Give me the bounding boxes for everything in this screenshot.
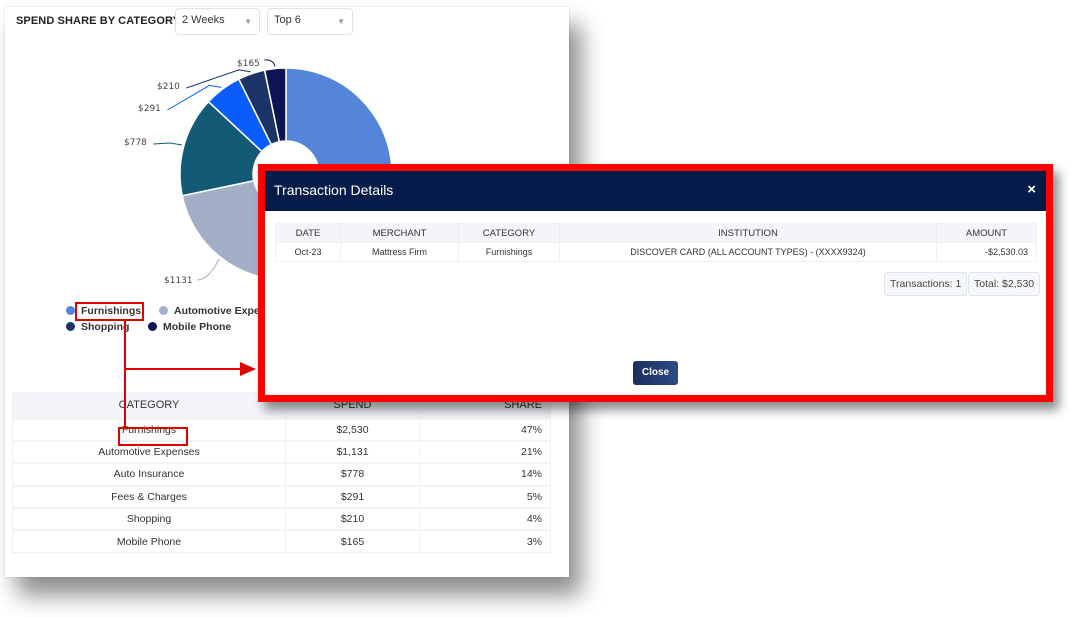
- col-header-category[interactable]: CATEGORY: [458, 223, 560, 243]
- annotation-highlight-legend: [75, 302, 144, 321]
- table-row[interactable]: Automotive Expenses $1,131 21%: [12, 439, 551, 464]
- table-row[interactable]: Oct-23 Mattress Firm Furnishings DISCOVE…: [275, 242, 1037, 262]
- legend-item-shopping[interactable]: Shopping: [66, 321, 129, 333]
- col-header-merchant[interactable]: MERCHANT: [340, 223, 459, 243]
- share-cell: 4%: [419, 507, 551, 531]
- merchant-cell: Mattress Firm: [340, 242, 459, 262]
- legend-dot: [66, 306, 75, 315]
- transactions-count-badge: Transactions: 1: [884, 272, 968, 296]
- table-row[interactable]: Auto Insurance $778 14%: [12, 462, 551, 486]
- share-cell: 5%: [419, 484, 551, 509]
- legend-dot: [148, 322, 157, 331]
- category-cell[interactable]: Shopping: [12, 507, 286, 531]
- pie-data-label: $165: [237, 59, 260, 69]
- share-cell: 14%: [419, 462, 551, 486]
- pie-data-label: $291: [138, 104, 161, 114]
- col-header-amount[interactable]: AMOUNT: [936, 223, 1037, 243]
- modal-header: Transaction Details ×: [265, 171, 1046, 211]
- spend-cell: $291: [285, 484, 420, 509]
- transactions-table: DATE MERCHANT CATEGORY INSTITUTION AMOUN…: [275, 223, 1037, 262]
- pie-data-label: $778: [124, 138, 147, 148]
- pie-data-label: $210: [157, 82, 180, 92]
- category-cell[interactable]: Fees & Charges: [12, 484, 286, 509]
- share-cell: 3%: [419, 529, 551, 553]
- table-header-row: DATE MERCHANT CATEGORY INSTITUTION AMOUN…: [275, 223, 1037, 243]
- modal-title: Transaction Details: [274, 182, 394, 198]
- legend-item-mobile-phone[interactable]: Mobile Phone: [148, 321, 231, 333]
- table-row[interactable]: Shopping $210 4%: [12, 507, 551, 531]
- spend-cell: $1,131: [285, 439, 420, 464]
- annotation-arrow-head-icon: [240, 362, 256, 376]
- annotation-connector-line: [124, 321, 126, 427]
- amount-cell: -$2,530.03: [936, 242, 1037, 262]
- table-row[interactable]: Mobile Phone $165 3%: [12, 529, 551, 553]
- col-header-date[interactable]: DATE: [275, 223, 341, 243]
- pie-leader-line: [196, 258, 220, 281]
- transaction-details-modal: Transaction Details × DATE MERCHANT CATE…: [258, 164, 1053, 402]
- pie-leader-line: [264, 59, 276, 67]
- col-header-institution[interactable]: INSTITUTION: [559, 223, 937, 243]
- share-cell: 21%: [419, 439, 551, 464]
- spend-cell: $778: [285, 462, 420, 486]
- annotation-highlight-table: [118, 427, 188, 446]
- pie-leader-line: [153, 142, 183, 146]
- table-row[interactable]: Fees & Charges $291 5%: [12, 484, 551, 509]
- pie-data-label: $1131: [164, 276, 193, 286]
- date-cell: Oct-23: [275, 242, 341, 262]
- spend-cell: $210: [285, 507, 420, 531]
- table-row[interactable]: Furnishings $2,530 47%: [12, 417, 551, 441]
- col-header-category[interactable]: CATEGORY: [12, 392, 286, 419]
- category-table: CATEGORY SPEND SHARE Furnishings $2,530 …: [12, 392, 551, 554]
- total-badge: Total: $2,530: [968, 272, 1041, 296]
- institution-cell: DISCOVER CARD (ALL ACCOUNT TYPES) - (XXX…: [559, 242, 937, 262]
- category-cell[interactable]: Mobile Phone: [12, 529, 286, 553]
- legend-item-automotive[interactable]: Automotive Expe: [159, 305, 260, 317]
- spend-cell: $2,530: [285, 417, 420, 441]
- legend-dot: [66, 322, 75, 331]
- spend-cell: $165: [285, 529, 420, 553]
- share-cell: 47%: [419, 417, 551, 441]
- legend-dot: [159, 306, 168, 315]
- close-button[interactable]: Close: [633, 361, 678, 385]
- annotation-arrow-line: [125, 368, 243, 370]
- close-icon[interactable]: ×: [1027, 181, 1036, 198]
- category-cell: Furnishings: [458, 242, 560, 262]
- category-cell[interactable]: Auto Insurance: [12, 462, 286, 486]
